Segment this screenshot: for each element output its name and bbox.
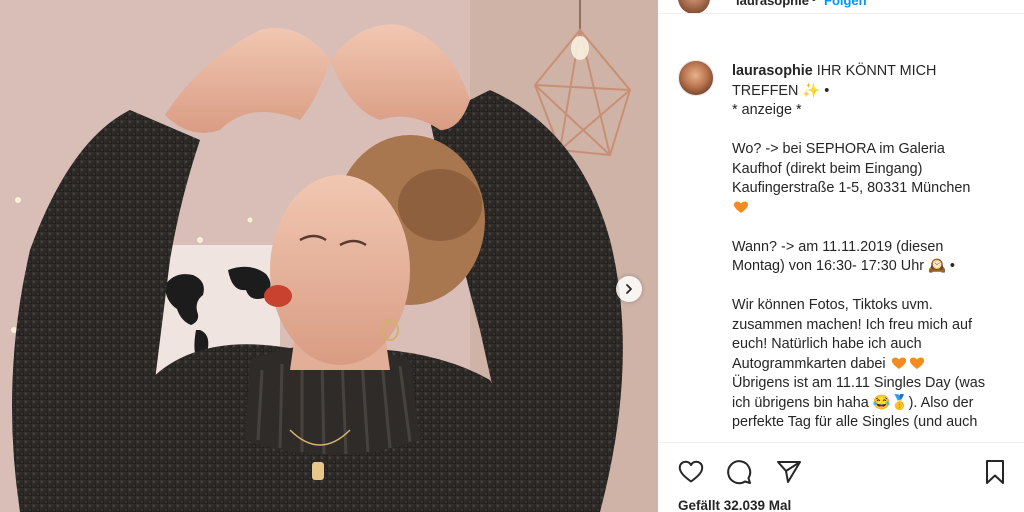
post-side-panel: laurasophie • Folgen laurasophie IHR KÖN… — [658, 0, 1024, 512]
heart-outline-icon — [678, 460, 704, 483]
comment-bubble-icon — [727, 460, 752, 485]
caption-line: Übrigens ist am 11.11 Singles Day (was — [732, 375, 986, 391]
caption-line: Montag) von 16:30- 17:30 Uhr 🕰️ • — [732, 258, 955, 274]
caption-area: laurasophie IHR KÖNNT MICH TREFFEN ✨ • *… — [678, 56, 1018, 440]
divider — [658, 442, 1024, 443]
post-header: laurasophie • Folgen — [658, 0, 1024, 14]
save-button[interactable] — [980, 457, 1010, 487]
caption-line: zusammen machen! Ich freu mich auf — [732, 316, 972, 333]
share-button[interactable] — [774, 457, 804, 487]
comment-button[interactable] — [724, 457, 754, 487]
post-caption: laurasophie IHR KÖNNT MICH TREFFEN ✨ • *… — [732, 62, 1018, 433]
caption-line: TREFFEN ✨ • — [732, 82, 830, 99]
post-photo[interactable] — [0, 0, 658, 512]
caption-line: Wann? -> am 11.11.2019 (diesen — [732, 238, 944, 255]
photo-illustration — [0, 0, 658, 512]
caption-line: Kaufingerstraße 1-5, 80331 München — [732, 180, 971, 196]
likes-count[interactable]: Gefällt 32.039 Mal — [678, 498, 791, 512]
caption-line: * anzeige * — [732, 102, 802, 118]
paper-plane-icon — [777, 461, 801, 483]
avatar[interactable] — [678, 60, 714, 96]
caption-line: Wir können Fotos, Tiktoks uvm. — [732, 297, 933, 313]
bookmark-icon — [986, 460, 1004, 484]
caption-line: Kaufhof (direkt beim Eingang) — [732, 160, 923, 177]
header-username[interactable]: laurasophie — [736, 0, 809, 8]
orange-heart-emoji-icon — [733, 200, 749, 213]
caption-line: Wo? -> bei SEPHORA im Galeria — [732, 141, 945, 157]
like-button[interactable] — [676, 457, 706, 487]
caption-line: perfekte Tag für alle Singles (und auch — [732, 414, 978, 430]
carousel-next-button[interactable] — [616, 276, 642, 302]
header-avatar[interactable] — [678, 0, 710, 13]
header-separator: • — [810, 0, 818, 8]
caption-username[interactable]: laurasophie — [732, 63, 813, 79]
chevron-right-icon — [626, 284, 632, 294]
orange-heart-emoji-icon — [909, 356, 924, 369]
orange-heart-emoji-icon — [891, 356, 906, 369]
follow-button[interactable]: Folgen — [824, 0, 867, 8]
caption-line: Autogrammkarten dabei — [732, 355, 886, 372]
caption-line: ich übrigens bin haha 😂🥇). Also der — [732, 394, 974, 411]
caption-line: euch! Natürlich habe ich auch — [732, 336, 922, 352]
caption-line: IHR KÖNNT MICH — [816, 63, 937, 79]
